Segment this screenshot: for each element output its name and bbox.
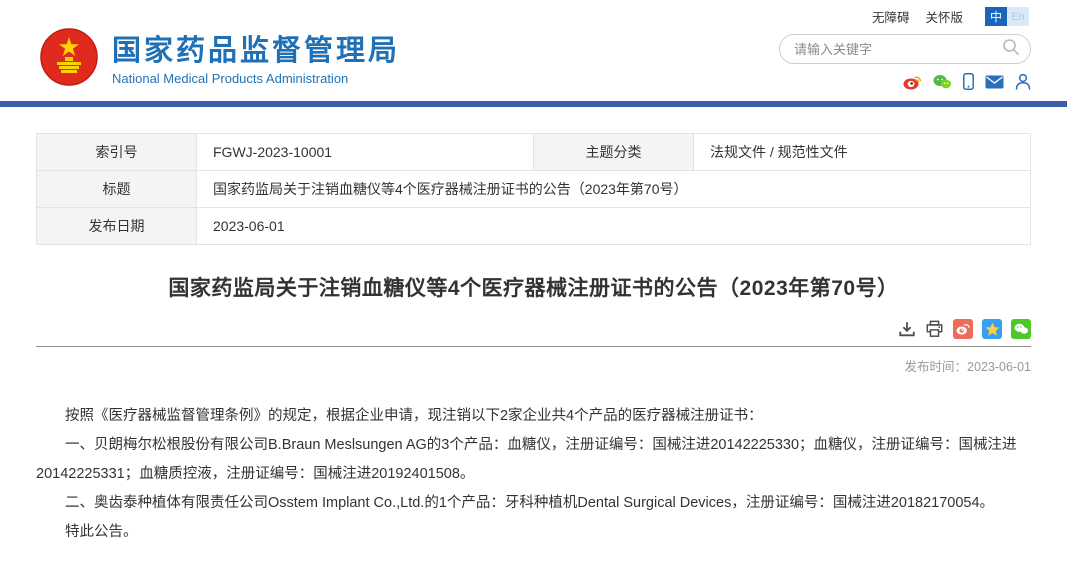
- download-icon[interactable]: [898, 320, 916, 338]
- page-title: 国家药监局关于注销血糖仪等4个医疗器械注册证书的公告（2023年第70号）: [36, 272, 1031, 302]
- index-number-value: FGWJ-2023-10001: [197, 134, 534, 171]
- search-box[interactable]: [779, 34, 1031, 64]
- document-info-table: 索引号 FGWJ-2023-10001 主题分类 法规文件 / 规范性文件 标题…: [36, 133, 1031, 245]
- site-title-block: 国家药品监督管理局 National Medical Products Admi…: [112, 33, 400, 86]
- header-right: [779, 34, 1031, 90]
- wechat-share-icon[interactable]: [1011, 319, 1031, 339]
- header-social-icons: [903, 73, 1031, 90]
- main-content: 索引号 FGWJ-2023-10001 主题分类 法规文件 / 规范性文件 标题…: [0, 133, 1067, 567]
- accessibility-link[interactable]: 无障碍: [872, 7, 910, 26]
- table-row: 发布日期 2023-06-01: [37, 208, 1031, 245]
- publish-date-label: 发布日期: [37, 208, 197, 245]
- language-toggle: 中 En: [985, 7, 1029, 26]
- care-version-link[interactable]: 关怀版: [925, 7, 963, 26]
- search-input[interactable]: [794, 42, 1002, 57]
- paragraph: 按照《医疗器械监督管理条例》的规定，根据企业申请，现注销以下2家企业共4个产品的…: [36, 402, 1031, 431]
- header: 国家药品监督管理局 National Medical Products Admi…: [0, 26, 1067, 101]
- wechat-icon[interactable]: [933, 74, 952, 90]
- phone-icon[interactable]: [963, 73, 974, 90]
- index-number-label: 索引号: [37, 134, 197, 171]
- site-brand[interactable]: 国家药品监督管理局 National Medical Products Admi…: [40, 28, 400, 91]
- user-icon[interactable]: [1015, 73, 1031, 90]
- lang-en-button[interactable]: En: [1007, 7, 1029, 26]
- table-row: 索引号 FGWJ-2023-10001 主题分类 法规文件 / 规范性文件: [37, 134, 1031, 171]
- doc-title-label: 标题: [37, 171, 197, 208]
- publish-date-value: 2023-06-01: [197, 208, 1031, 245]
- article-body: 按照《医疗器械监督管理条例》的规定，根据企业申请，现注销以下2家企业共4个产品的…: [36, 402, 1031, 567]
- doc-title-value: 国家药监局关于注销血糖仪等4个医疗器械注册证书的公告（2023年第70号）: [197, 171, 1031, 208]
- national-emblem-icon: [40, 28, 98, 91]
- article-action-bar: [36, 319, 1031, 347]
- paragraph: 一、贝朗梅尔松根股份有限公司B.Braun Meslsungen AG的3个产品…: [36, 431, 1031, 489]
- publish-time: 发布时间：2023-06-01: [36, 356, 1031, 375]
- site-title: 国家药品监督管理局: [112, 33, 400, 69]
- weibo-icon[interactable]: [903, 74, 922, 90]
- search-icon[interactable]: [1002, 38, 1020, 61]
- header-divider-bar: [0, 101, 1067, 107]
- print-icon[interactable]: [925, 320, 944, 338]
- topbar: 无障碍 关怀版 中 En: [0, 0, 1067, 26]
- site-subtitle: National Medical Products Administration: [112, 71, 400, 86]
- weibo-share-icon[interactable]: [953, 319, 973, 339]
- table-row: 标题 国家药监局关于注销血糖仪等4个医疗器械注册证书的公告（2023年第70号）: [37, 171, 1031, 208]
- lang-zh-button[interactable]: 中: [985, 7, 1007, 26]
- mail-icon[interactable]: [985, 75, 1004, 89]
- paragraph: 二、奥齿泰种植体有限责任公司Osstem Implant Co.,Ltd.的1个…: [36, 489, 1031, 518]
- topic-category-label: 主题分类: [534, 134, 694, 171]
- qzone-share-icon[interactable]: [982, 319, 1002, 339]
- paragraph: 特此公告。: [36, 518, 1031, 547]
- topic-category-value: 法规文件 / 规范性文件: [694, 134, 1031, 171]
